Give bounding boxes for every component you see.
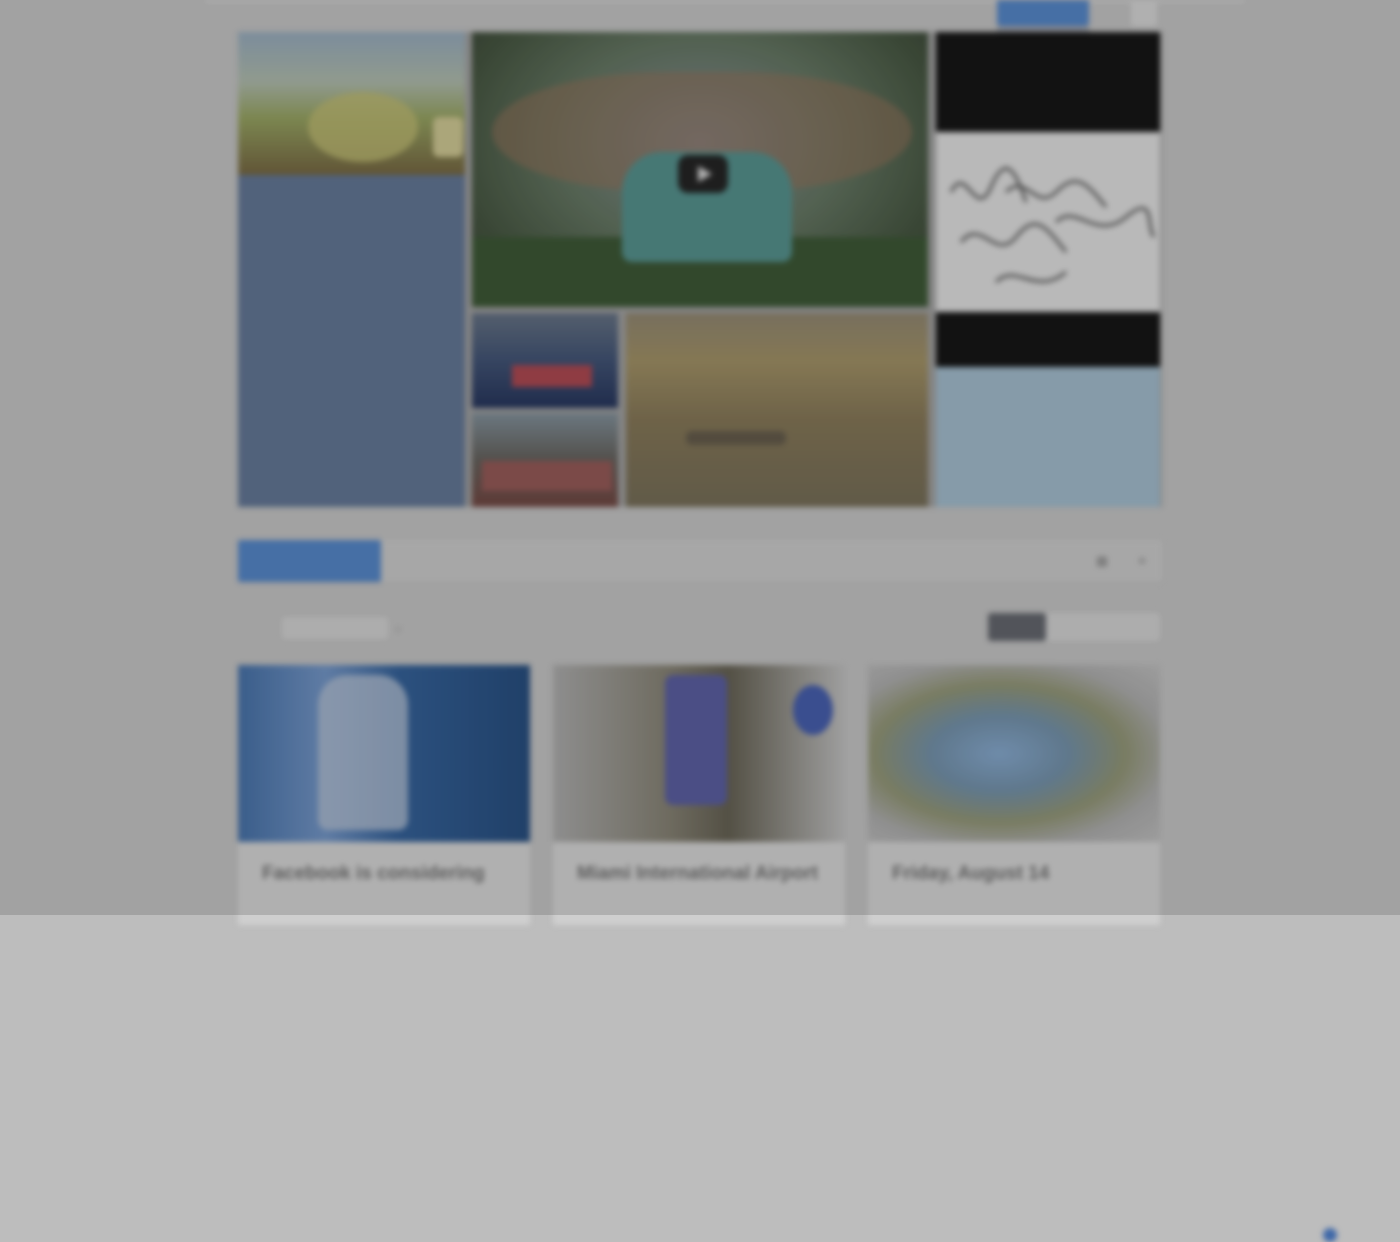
map-pin-icon xyxy=(1323,1228,1337,1242)
modal-overlay-dim[interactable] xyxy=(0,0,1400,915)
